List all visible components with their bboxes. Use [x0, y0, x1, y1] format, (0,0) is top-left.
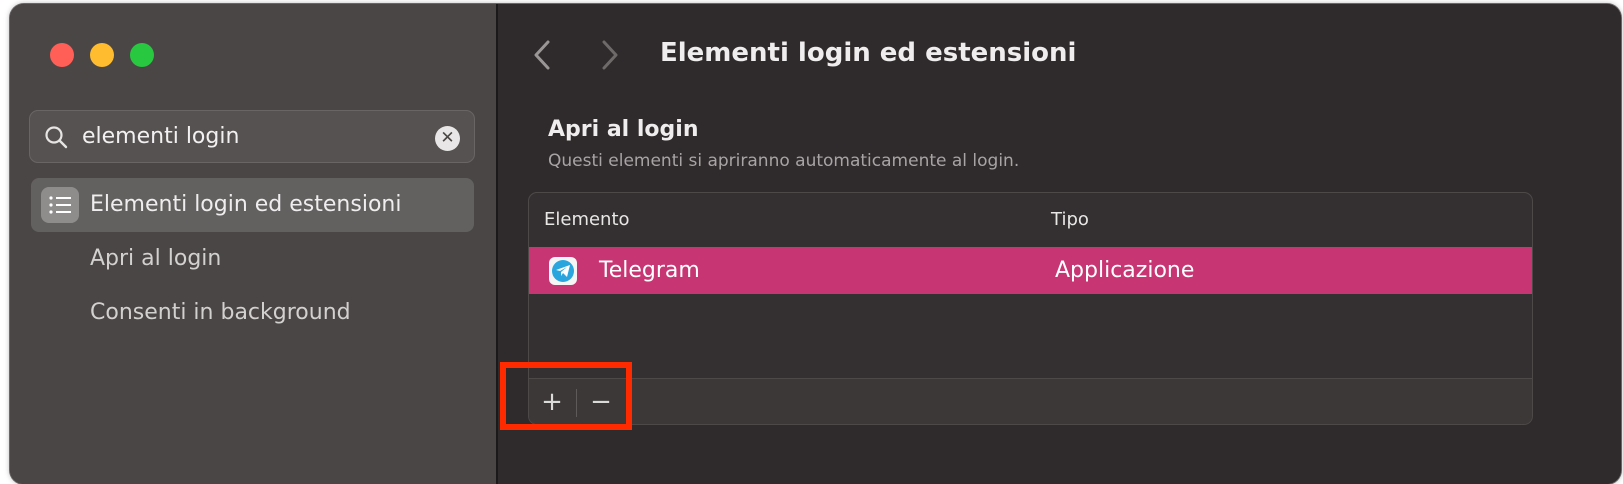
login-items-table: Elemento Tipo Telegram Applicazione + − — [528, 192, 1533, 425]
maximize-window-button[interactable] — [130, 43, 154, 67]
row-item-type: Applicazione — [1055, 258, 1195, 283]
add-button[interactable]: + — [535, 387, 569, 417]
page-title: Elementi login ed estensioni — [660, 38, 1077, 68]
column-header-item[interactable]: Elemento — [544, 208, 630, 232]
search-field[interactable]: elementi login ✕ — [29, 110, 475, 163]
sidebar-item-label: Elementi login ed estensioni — [90, 192, 402, 217]
remove-button[interactable]: − — [584, 387, 618, 417]
search-icon — [44, 125, 68, 149]
clear-search-icon[interactable]: ✕ — [435, 126, 460, 151]
search-input[interactable]: elementi login — [82, 123, 239, 151]
section-description: Questi elementi si apriranno automaticam… — [548, 151, 1020, 171]
main-content: Elementi login ed estensioni Apri al log… — [498, 4, 1621, 484]
chevron-left-icon — [534, 40, 550, 70]
table-toolbar: + − — [529, 378, 1532, 424]
close-window-button[interactable] — [50, 43, 74, 67]
minimize-window-button[interactable] — [90, 43, 114, 67]
table-row[interactable]: Telegram Applicazione — [529, 247, 1532, 294]
sidebar-item-login-items[interactable]: Elementi login ed estensioni — [31, 178, 474, 232]
section-title: Apri al login — [548, 117, 699, 142]
list-icon — [41, 187, 79, 223]
forward-button[interactable] — [594, 38, 624, 72]
sidebar-subitem-open-at-login[interactable]: Apri al login — [90, 245, 221, 273]
back-button[interactable] — [528, 38, 558, 72]
toolbar-divider — [576, 389, 577, 417]
telegram-icon — [549, 257, 577, 285]
row-item-name: Telegram — [599, 258, 700, 283]
chevron-right-icon — [602, 40, 618, 70]
settings-window: elementi login ✕ Elementi login ed esten… — [10, 4, 1621, 484]
sidebar-subitem-allow-in-background[interactable]: Consenti in background — [90, 299, 351, 327]
sidebar: elementi login ✕ Elementi login ed esten… — [10, 4, 498, 484]
column-header-type[interactable]: Tipo — [1051, 208, 1089, 232]
